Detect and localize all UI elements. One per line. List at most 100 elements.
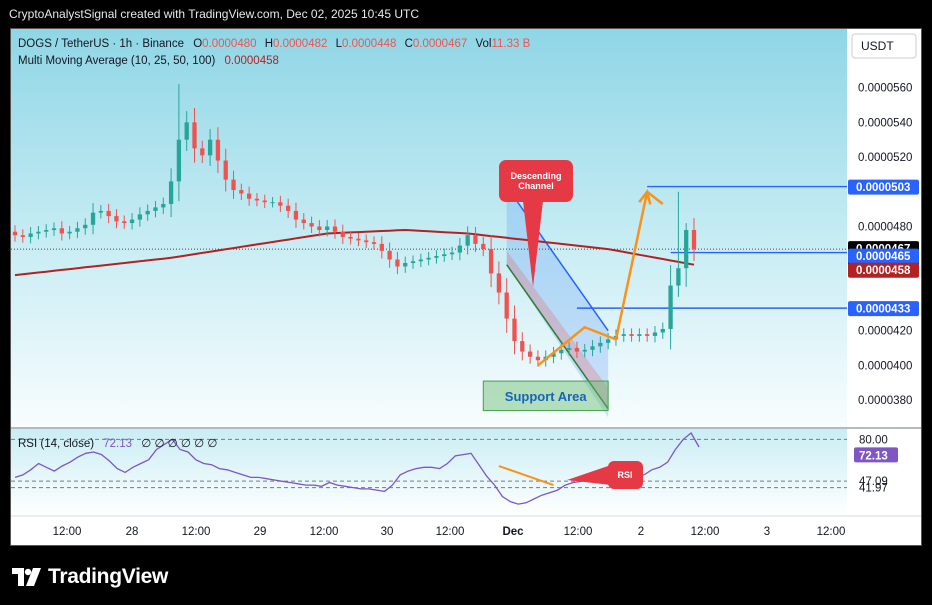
candle-body-47 xyxy=(379,243,384,251)
candle-body-78 xyxy=(621,334,626,336)
tradingview-logo-icon xyxy=(12,568,41,586)
legend-symbol[interactable]: DOGS / TetherUS · 1h · Binance xyxy=(18,38,184,50)
candle-body-79 xyxy=(629,334,634,336)
candle-body-40 xyxy=(325,226,330,230)
candle-body-32 xyxy=(262,200,267,203)
candle-body-29 xyxy=(239,190,244,194)
candle-body-13 xyxy=(114,216,119,222)
rsi-legend-value: 72.13 xyxy=(103,438,132,450)
candle-body-49 xyxy=(395,259,400,267)
callout-line-1: Descending xyxy=(510,171,561,181)
candle-body-67 xyxy=(535,356,541,361)
legend-vol-label: Vol xyxy=(475,38,491,50)
tradingview-logo[interactable]: TradingView xyxy=(12,565,168,589)
price-tick-4: 0.0000480 xyxy=(858,222,912,234)
time-tick-2: 12:00 xyxy=(182,526,211,538)
legend-ma-label[interactable]: Multi Moving Average (10, 25, 50, 100) xyxy=(18,55,215,67)
candle-body-5 xyxy=(51,228,57,230)
price-label-text-0: 0.0000503 xyxy=(856,182,910,194)
candle-body-8 xyxy=(75,228,80,232)
time-tick-1: 28 xyxy=(126,526,139,538)
candle-body-65 xyxy=(520,341,525,352)
callout-line-2: Channel xyxy=(518,181,554,191)
currency-button[interactable]: USDT xyxy=(851,33,917,59)
candle-body-54 xyxy=(434,256,439,258)
candle-body-27 xyxy=(223,160,228,180)
candle-body-31 xyxy=(254,198,260,201)
price-label-text-3: 0.0000458 xyxy=(856,265,911,277)
candle-body-15 xyxy=(129,219,135,224)
candle-body-41 xyxy=(332,226,338,232)
rsi-tick-1: 72.13 xyxy=(859,450,888,462)
main-pane-bg xyxy=(11,29,847,427)
candle-body-14 xyxy=(122,221,127,224)
currency-label: USDT xyxy=(861,39,894,53)
time-tick-8: 12:00 xyxy=(564,526,593,538)
candle-body-35 xyxy=(286,205,291,211)
legend-low: 0.0000448 xyxy=(342,38,396,50)
candle-body-83 xyxy=(660,328,665,333)
candle-body-57 xyxy=(457,245,463,253)
rsi-callout-label: RSI xyxy=(617,470,632,480)
price-tick-5: 0.0000420 xyxy=(858,326,912,338)
candle-body-37 xyxy=(301,219,306,224)
legend-volume: 11.33 B xyxy=(491,38,530,50)
candle-body-70 xyxy=(559,349,564,354)
candle-body-2 xyxy=(28,233,33,237)
candle-body-81 xyxy=(645,334,650,336)
candle-body-73 xyxy=(582,349,587,352)
candle-body-48 xyxy=(387,250,392,260)
candle-body-71 xyxy=(566,348,572,350)
candle-body-72 xyxy=(574,348,580,352)
footer: TradingView xyxy=(0,555,932,605)
candle-body-45 xyxy=(364,240,369,243)
svg-text:DOGS / TetherUS · 1h · Binance: DOGS / TetherUS · 1h · Binance O0.000048… xyxy=(18,38,531,50)
candle-body-21 xyxy=(176,139,182,182)
candle-body-50 xyxy=(403,262,408,267)
candle-body-62 xyxy=(496,273,502,293)
time-tick-3: 29 xyxy=(254,526,267,538)
rsi-legend-label[interactable]: RSI (14, close) xyxy=(18,438,94,450)
time-tick-6: 12:00 xyxy=(436,526,465,538)
candle-body-1 xyxy=(20,235,25,237)
legend-open: 0.0000480 xyxy=(202,38,256,50)
candle-body-51 xyxy=(410,261,416,263)
legend-o-label: O xyxy=(193,38,202,50)
support-area-label: Support Area xyxy=(505,389,588,404)
rsi-tick-0: 80.00 xyxy=(859,434,888,446)
candle-body-53 xyxy=(426,257,431,260)
time-tick-4: 12:00 xyxy=(310,526,339,538)
candle-body-84 xyxy=(668,285,673,329)
candle-body-25 xyxy=(207,139,213,156)
time-axis-bg[interactable] xyxy=(11,517,921,545)
candle-body-17 xyxy=(145,210,150,215)
candle-body-87 xyxy=(691,230,697,250)
candle-body-58 xyxy=(465,235,470,246)
chart-canvas[interactable]: 0.00005800.00005600.00005400.00005200.00… xyxy=(11,29,921,545)
price-tick-3: 0.0000520 xyxy=(858,152,912,164)
candle-body-46 xyxy=(371,242,377,244)
time-tick-12: 12:00 xyxy=(817,526,846,538)
price-tick-2: 0.0000540 xyxy=(858,117,912,129)
rsi-legend: RSI (14, close) 72.13 ∅ ∅ ∅ ∅ ∅ ∅ xyxy=(18,438,217,450)
rsi-legend-placeholders: ∅ ∅ ∅ ∅ ∅ ∅ xyxy=(141,438,217,450)
price-tick-1: 0.0000560 xyxy=(858,83,912,95)
time-tick-0: 12:00 xyxy=(53,526,82,538)
candle-body-36 xyxy=(293,210,299,220)
candle-body-75 xyxy=(598,342,603,347)
legend-c-label: C xyxy=(405,38,413,50)
price-label-text-2: 0.0000465 xyxy=(856,251,911,263)
candle-body-26 xyxy=(215,139,221,161)
legend-h-label: H xyxy=(265,38,273,50)
candle-body-10 xyxy=(90,212,96,225)
candle-body-44 xyxy=(356,238,361,241)
legend-ma-value: 0.0000458 xyxy=(225,55,279,67)
candle-body-66 xyxy=(527,351,533,357)
time-tick-7: Dec xyxy=(502,526,524,538)
candle-body-86 xyxy=(684,230,689,269)
candle-body-52 xyxy=(418,259,423,262)
candle-body-60 xyxy=(481,243,486,250)
candle-body-18 xyxy=(153,207,158,211)
candle-body-24 xyxy=(200,148,205,156)
candle-body-9 xyxy=(83,224,88,229)
